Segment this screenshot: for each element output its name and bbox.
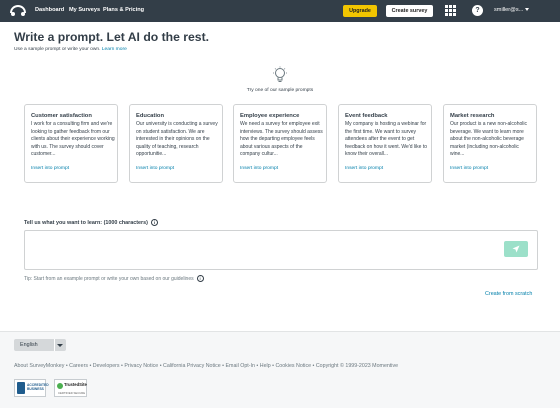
nav-plans-pricing-link[interactable]: Plans & Pricing	[103, 7, 144, 13]
help-icon[interactable]: ?	[472, 5, 483, 16]
sample-card-employee-experience[interactable]: Employee experience We need a survey for…	[233, 104, 327, 183]
language-value: English	[20, 342, 38, 348]
page-title: Write a prompt. Let AI do the rest.	[14, 30, 210, 44]
insert-into-prompt-link[interactable]: Insert into prompt	[345, 166, 383, 171]
user-account-menu[interactable]: smiller@s...	[494, 7, 530, 13]
insert-into-prompt-link[interactable]: Insert into prompt	[31, 166, 69, 171]
upgrade-button[interactable]: Upgrade	[343, 5, 377, 17]
card-text: We need a survey for employee exit inter…	[240, 121, 323, 158]
nav-my-surveys-link[interactable]: My Surveys	[69, 7, 100, 13]
sample-prompts-hint: Try one of our sample prompts	[246, 88, 314, 93]
select-divider	[54, 339, 55, 351]
sample-card-event-feedback[interactable]: Event feedback My company is hosting a w…	[338, 104, 432, 183]
card-title: Employee experience	[240, 113, 300, 119]
tip-text: Tip: Start from an example prompt or wri…	[24, 275, 194, 282]
subtitle-text: Use a sample prompt or write your own.	[14, 47, 101, 52]
card-title: Event feedback	[345, 113, 388, 119]
sample-card-customer-satisfaction[interactable]: Customer satisfaction I work for a consu…	[24, 104, 118, 183]
trustedsite-title: TrustedSite	[64, 382, 87, 387]
sample-card-market-research[interactable]: Market research Our product is a new non…	[443, 104, 537, 183]
apps-grid-icon[interactable]	[445, 5, 456, 16]
create-survey-button[interactable]: Create survey	[386, 5, 433, 17]
prompt-tip: Tip: Start from an example prompt or wri…	[24, 275, 204, 282]
send-icon	[512, 245, 520, 253]
trustedsite-subtitle: CERTIFIED SECURE	[58, 391, 86, 395]
page-subtitle: Use a sample prompt or write your own. L…	[14, 47, 127, 52]
send-button[interactable]	[504, 241, 528, 257]
card-title: Education	[136, 113, 165, 119]
bbb-seal-icon	[17, 382, 25, 394]
info-icon[interactable]: i	[150, 219, 158, 226]
insert-into-prompt-link[interactable]: Insert into prompt	[240, 166, 278, 171]
surveymonkey-logo-icon[interactable]	[9, 4, 27, 17]
insert-into-prompt-link[interactable]: Insert into prompt	[136, 166, 174, 171]
prompt-label-text: Tell us what you want to learn: (1000 ch…	[24, 219, 148, 226]
bbb-badge-text: ACCREDITED BUSINESS	[27, 383, 49, 391]
chevron-down-icon	[525, 8, 530, 12]
card-title: Market research	[450, 113, 495, 119]
user-email: smiller@s...	[494, 7, 524, 13]
prompt-input[interactable]	[24, 230, 538, 270]
prompt-label: Tell us what you want to learn: (1000 ch…	[24, 219, 158, 226]
insert-into-prompt-link[interactable]: Insert into prompt	[450, 166, 488, 171]
card-title: Customer satisfaction	[31, 113, 92, 119]
bbb-accredited-badge[interactable]: ACCREDITED BUSINESS	[14, 379, 49, 397]
create-from-scratch-link[interactable]: Create from scratch	[485, 291, 532, 297]
language-select[interactable]: English	[14, 339, 66, 351]
chevron-down-icon	[57, 344, 63, 347]
nav-dashboard-link[interactable]: Dashboard	[35, 7, 64, 13]
card-text: Our university is conducting a survey on…	[136, 121, 218, 158]
card-text: Our product is a new non-alcoholic bever…	[450, 121, 527, 158]
top-nav-bar: Dashboard My Surveys Plans & Pricing Upg…	[0, 0, 560, 22]
lightbulb-icon	[273, 66, 287, 82]
footer-links[interactable]: About SurveyMonkey • Careers • Developer…	[14, 363, 398, 369]
learn-more-link[interactable]: Learn more	[102, 47, 127, 52]
info-icon[interactable]: i	[196, 275, 204, 282]
trustedsite-badge[interactable]: TrustedSite CERTIFIED SECURE	[54, 379, 87, 397]
sample-card-education[interactable]: Education Our university is conducting a…	[129, 104, 223, 183]
check-icon	[57, 383, 63, 389]
card-text: I work for a consulting firm and we're l…	[31, 121, 115, 158]
card-text: My company is hosting a webinar for the …	[345, 121, 428, 158]
